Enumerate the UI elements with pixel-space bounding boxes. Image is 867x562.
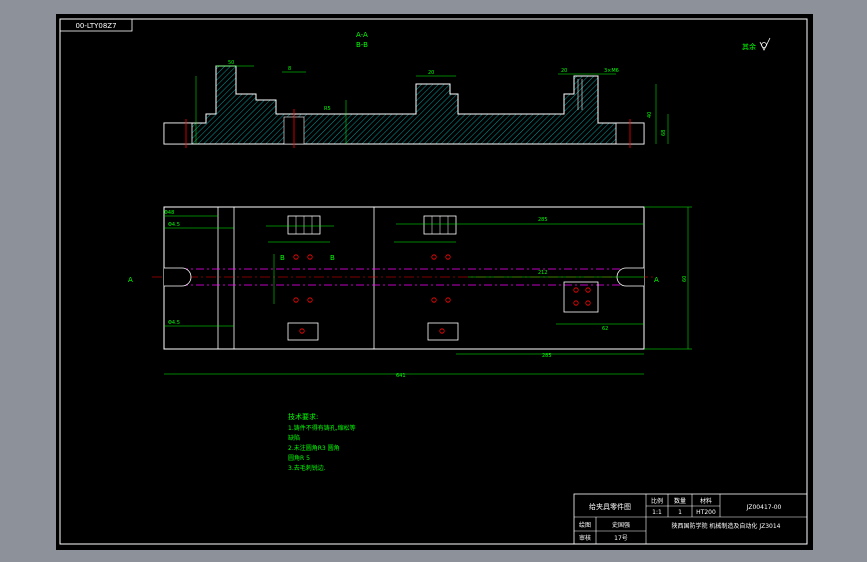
plan-dim-overall: 641 xyxy=(396,373,406,379)
top-dim-1: 50 xyxy=(228,60,234,66)
side-dim-1: 40 xyxy=(647,112,653,118)
title-block-person: 17号 xyxy=(614,535,628,542)
section-label-bb: B-B xyxy=(356,41,368,49)
tech-req-title: 技术要求: xyxy=(288,412,318,421)
roughness-note: 其余 xyxy=(742,42,756,51)
view-mark-b-right: B xyxy=(330,254,335,262)
plan-dim-span-right: 285 xyxy=(538,217,548,223)
left-slot xyxy=(164,267,192,287)
hole xyxy=(573,300,579,306)
title-block-value: HT200 xyxy=(696,509,716,516)
top-dim-2: 8 xyxy=(288,66,291,72)
top-dim-5: 3×M6 xyxy=(604,68,619,74)
tech-req-line: 圆角R 5 xyxy=(288,454,310,462)
title-block-drawing-no: JZ00417-00 xyxy=(746,504,782,511)
tech-requirements: 技术要求: 1.铸件不得有铸孔,缩松等 缺陷 2.未注圆角R3 圆角 圆角R 5… xyxy=(288,412,356,472)
roughness-circle-icon xyxy=(761,42,767,48)
view-mark-b-left: B xyxy=(280,254,285,262)
top-dim-4: 20 xyxy=(561,68,567,74)
hole xyxy=(573,287,579,293)
hole xyxy=(307,297,313,303)
section-profile xyxy=(163,65,645,145)
pad-bottom-left xyxy=(287,322,319,341)
tech-req-line: 2.未注圆角R3 圆角 xyxy=(288,444,340,452)
hole xyxy=(445,297,451,303)
title-block-name: 给夹具零件图 xyxy=(589,502,631,511)
title-block-header: 比例 xyxy=(651,497,663,505)
title-block-value: 1 xyxy=(678,509,682,516)
plan-dim-left-1: Φ48 xyxy=(164,210,174,216)
hole xyxy=(307,254,313,260)
hole xyxy=(299,328,305,334)
plan-outline xyxy=(163,206,645,350)
pad-bottom-right xyxy=(427,322,459,341)
hole xyxy=(293,297,299,303)
drawing-code-text: 00-LTY08Z7 xyxy=(75,22,116,30)
hole xyxy=(445,254,451,260)
model-space: 00-LTY08Z7 A-A B-B 其余 40 68 50 8 20 20 3… xyxy=(0,0,867,562)
section-left-end xyxy=(163,122,193,145)
hole xyxy=(293,254,299,260)
top-dim-3: 20 xyxy=(428,70,434,76)
title-block-header: 数量 xyxy=(674,497,686,505)
view-mark-a-left: A xyxy=(128,276,133,284)
hole xyxy=(431,297,437,303)
top-dim-6: R5 xyxy=(324,106,331,112)
title-block-role: 审核 xyxy=(579,534,591,542)
plan-dim-long-bottom: 285 xyxy=(542,353,552,359)
drawing-sheet: 00-LTY08Z7 A-A B-B 其余 40 68 50 8 20 20 3… xyxy=(56,14,813,550)
title-block-value: 1:1 xyxy=(652,509,662,516)
side-dim-2: 68 xyxy=(661,130,667,136)
plan-dim-left-2: Φ4.5 xyxy=(168,222,180,228)
hole xyxy=(585,300,591,306)
plan-dim-left-3: Φ4.5 xyxy=(168,320,180,326)
hole xyxy=(439,328,445,334)
plan-view: Φ48 Φ4.5 Φ4.5 285 212 62 285 641 60 A A … xyxy=(128,206,692,379)
plan-dim-height: 60 xyxy=(682,276,688,282)
title-block-org: 陕西国防学院 机械制造及自动化 JZ3014 xyxy=(672,522,781,530)
section-label-aa: A-A xyxy=(356,31,368,39)
title-block-person: 史国强 xyxy=(612,521,630,529)
cad-drawing: 00-LTY08Z7 A-A B-B 其余 40 68 50 8 20 20 3… xyxy=(59,18,808,545)
tech-req-line: 缺陷 xyxy=(288,434,300,442)
hole-group xyxy=(293,254,591,334)
tech-req-line: 1.铸件不得有铸孔,缩松等 xyxy=(288,424,356,432)
title-block-role: 绘图 xyxy=(579,521,591,529)
view-mark-a-right: A xyxy=(654,276,659,284)
plan-dim-lower-right: 62 xyxy=(602,326,608,332)
title-block: 给夹具零件图 比例 数量 材料 1:1 1 HT200 JZ00417-00 陕… xyxy=(573,493,808,545)
clamp-block xyxy=(563,281,599,313)
plan-dim-mid-span: 212 xyxy=(538,270,548,276)
hole xyxy=(585,287,591,293)
hole xyxy=(431,254,437,260)
section-view: 40 68 50 8 20 20 3×M6 R5 xyxy=(163,60,669,148)
title-block-header: 材料 xyxy=(700,497,712,505)
tech-req-line: 3.去毛刺锐边. xyxy=(288,464,326,472)
